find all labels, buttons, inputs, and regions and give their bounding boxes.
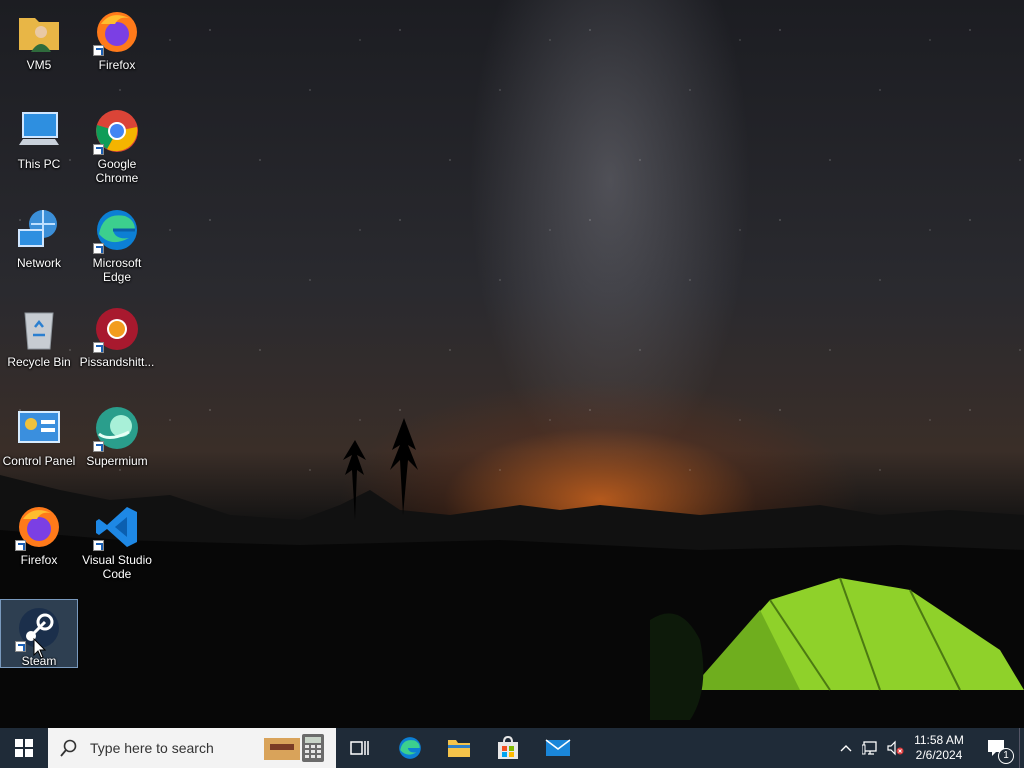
shortcut-arrow-icon xyxy=(93,540,104,551)
network-tray-icon xyxy=(862,741,877,755)
icon-label: This PC xyxy=(17,157,61,171)
desktop-icon-recycle-bin[interactable]: Recycle Bin xyxy=(1,305,77,369)
mail-icon xyxy=(545,739,571,756)
desktop-icon-vm5[interactable]: VM5 xyxy=(1,8,77,72)
recycle-bin-icon xyxy=(15,305,63,353)
taskbar-mail-button[interactable] xyxy=(538,728,578,768)
chrome-red-icon xyxy=(93,305,141,353)
chrome-icon xyxy=(93,107,141,155)
clock-time: 11:58 AM xyxy=(914,733,964,747)
icon-label: Google Chrome xyxy=(95,157,139,185)
show-hidden-icons-button[interactable] xyxy=(836,728,856,768)
edge-icon xyxy=(399,737,421,759)
desktop-icon-supermium[interactable]: Supermium xyxy=(79,404,155,468)
taskbar-file-explorer-button[interactable] xyxy=(439,728,479,768)
taskbar-edge-button[interactable] xyxy=(390,728,430,768)
icon-label: Pissandshitt... xyxy=(79,355,155,369)
clock[interactable]: 11:58 AM 2/6/2024 xyxy=(910,728,968,768)
taskbar-microsoft-store-button[interactable] xyxy=(488,728,528,768)
action-center-button[interactable]: 1 xyxy=(978,728,1014,768)
start-button[interactable] xyxy=(0,728,48,768)
desktop-icon-visual-studio-code[interactable]: Visual Studio Code xyxy=(79,503,155,581)
mouse-cursor-icon xyxy=(33,638,47,659)
icon-label: Firefox xyxy=(20,553,58,567)
desktop-icon-firefox-2[interactable]: Firefox xyxy=(1,503,77,567)
shortcut-arrow-icon xyxy=(93,144,104,155)
windows-logo-icon xyxy=(15,739,33,757)
firefox-icon xyxy=(15,503,63,551)
supermium-icon xyxy=(93,404,141,452)
icon-label: Network xyxy=(16,256,61,270)
clock-date: 2/6/2024 xyxy=(915,748,963,762)
desktop-icon-microsoft-edge[interactable]: Microsoft Edge xyxy=(79,206,155,284)
icon-label: Firefox xyxy=(98,58,136,72)
vscode-icon xyxy=(93,503,141,551)
shortcut-arrow-icon xyxy=(93,441,104,452)
icon-label: Control Panel xyxy=(2,454,76,468)
icon-label: Recycle Bin xyxy=(7,355,71,369)
show-desktop-button[interactable] xyxy=(1019,728,1024,768)
desktop-icon-control-panel[interactable]: Control Panel xyxy=(1,404,77,468)
icon-label: Visual Studio Code xyxy=(82,553,152,581)
volume-muted-icon xyxy=(887,740,904,756)
desktop-icon-this-pc[interactable]: This PC xyxy=(1,107,77,171)
desktop-background: VM5 This PC Network Recycle Bin Control … xyxy=(0,0,1024,728)
task-view-icon xyxy=(350,741,369,755)
taskbar: Type here to search 11:58 AM 2/6/2024 1 xyxy=(0,728,1024,768)
desktop-icon-firefox[interactable]: Firefox xyxy=(79,8,155,72)
icon-label: Supermium xyxy=(86,454,148,468)
task-view-button[interactable] xyxy=(340,728,380,768)
search-placeholder: Type here to search xyxy=(90,740,214,756)
notification-count-badge: 1 xyxy=(998,748,1014,764)
control-panel-icon xyxy=(15,404,63,452)
edge-icon xyxy=(93,206,141,254)
computer-icon xyxy=(15,107,63,155)
shortcut-arrow-icon xyxy=(93,45,104,56)
chevron-up-icon xyxy=(840,745,852,752)
desktop-icon-pissandshitt[interactable]: Pissandshitt... xyxy=(79,305,155,369)
volume-tray-button[interactable] xyxy=(884,728,906,768)
search-highlight-image xyxy=(258,732,334,764)
shortcut-arrow-icon xyxy=(93,243,104,254)
user-folder-icon xyxy=(15,8,63,56)
search-icon xyxy=(60,739,77,757)
network-tray-button[interactable] xyxy=(860,728,882,768)
search-box[interactable]: Type here to search xyxy=(48,728,336,768)
firefox-icon xyxy=(93,8,141,56)
shortcut-arrow-icon xyxy=(93,342,104,353)
shortcut-arrow-icon xyxy=(15,540,26,551)
shortcut-arrow-icon xyxy=(15,641,26,652)
desktop-icon-network[interactable]: Network xyxy=(1,206,77,270)
store-icon xyxy=(498,736,518,759)
icon-label: VM5 xyxy=(26,58,52,72)
folder-icon xyxy=(448,740,470,757)
network-icon xyxy=(15,206,63,254)
icon-label: Microsoft Edge xyxy=(92,256,142,284)
desktop-icon-google-chrome[interactable]: Google Chrome xyxy=(79,107,155,185)
